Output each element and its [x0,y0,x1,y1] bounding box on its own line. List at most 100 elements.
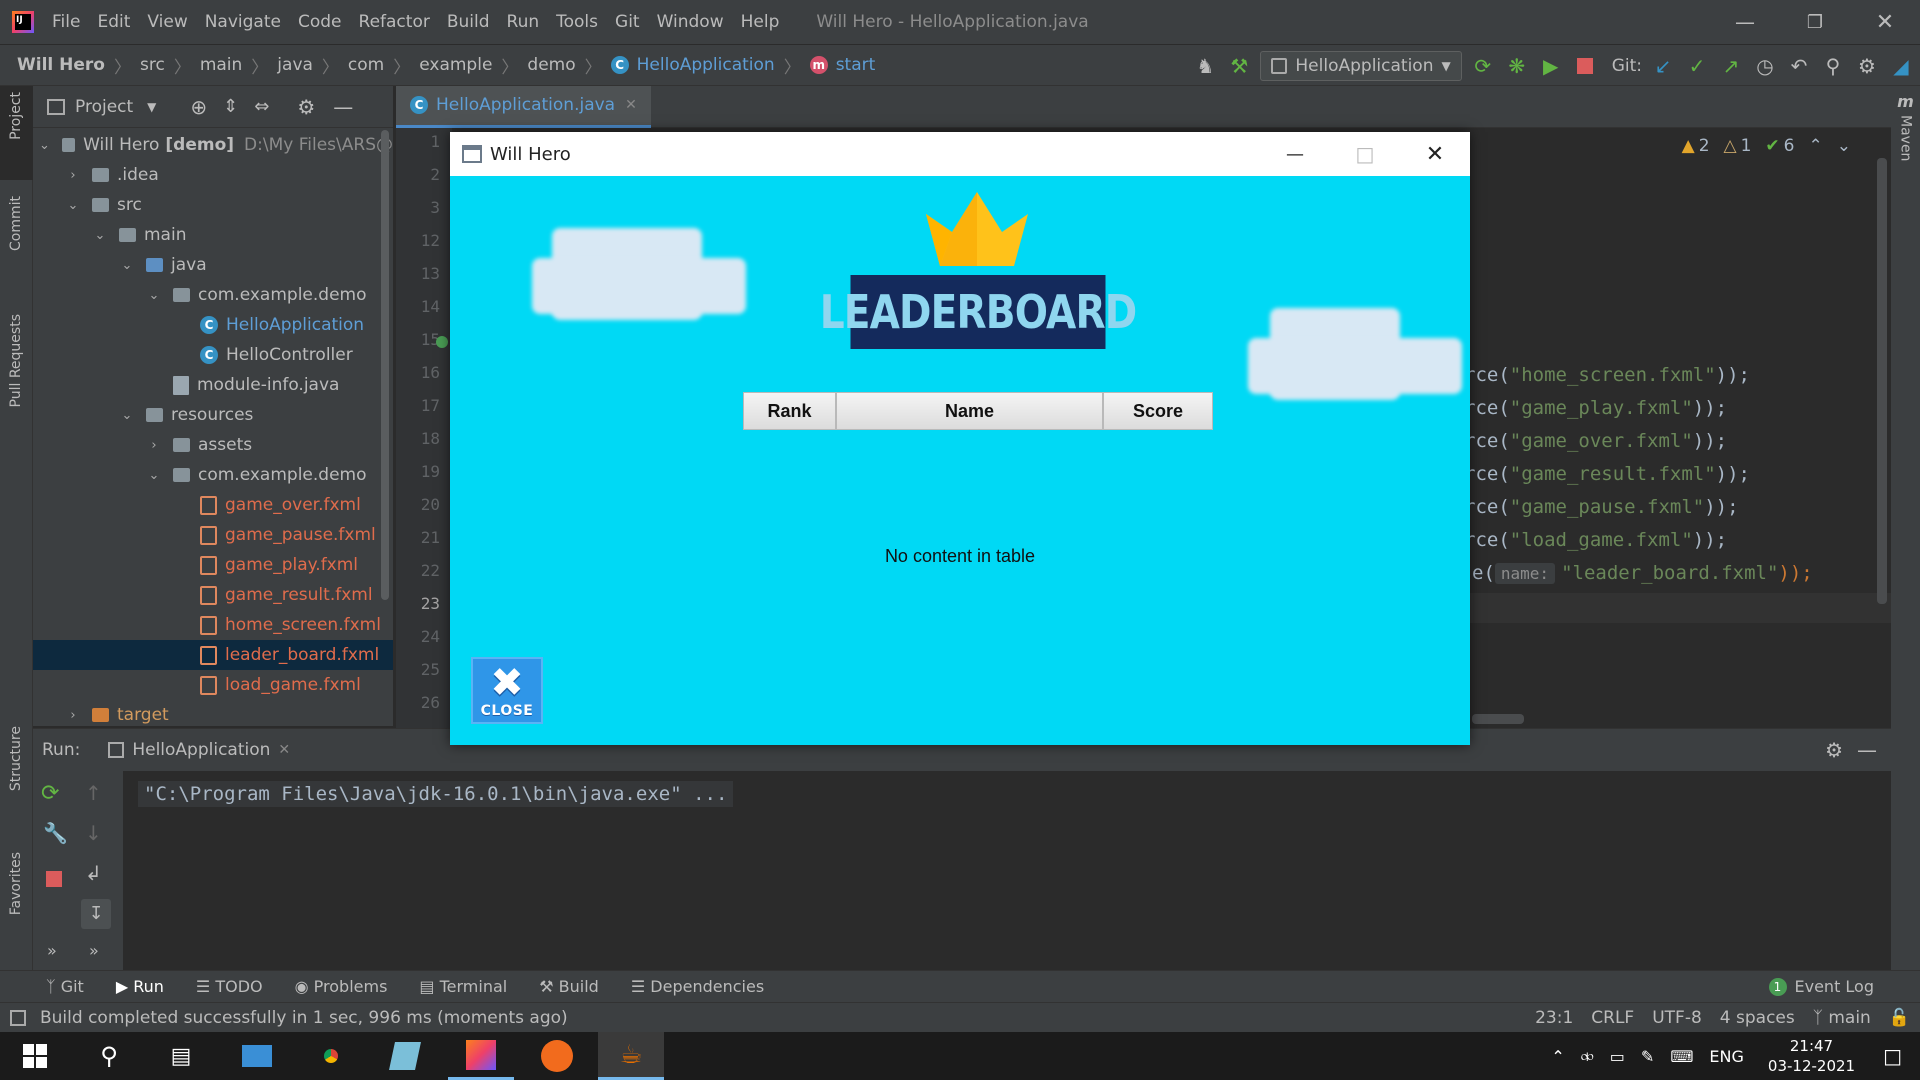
expand-all-icon[interactable]: ⇕ [223,96,238,117]
rerun-icon[interactable]: ⟳ [41,781,59,806]
tab-git[interactable]: ᛉ Git [46,977,84,996]
git-push-icon[interactable]: ↗ [1718,53,1744,79]
game-minimize-button[interactable]: — [1260,144,1330,165]
column-rank[interactable]: Rank [743,392,836,430]
user-icon[interactable]: ♞ [1192,53,1218,79]
menu-refactor[interactable]: Refactor [359,12,430,32]
breadcrumb-main[interactable]: main [200,55,242,75]
console-output[interactable]: "C:\Program Files\Java\jdk-16.0.1\bin\ja… [138,781,734,807]
tree-item[interactable]: load_game.fxml [33,670,393,700]
coverage-icon[interactable]: ▶ [1538,53,1564,79]
chevron-up-icon[interactable]: ⌃ [1809,136,1823,156]
tree-item[interactable]: ⌄ com.example.demo [33,460,393,490]
collapse-arrow-icon[interactable]: › [147,438,161,453]
expand-arrow-icon[interactable]: ⌄ [39,138,50,153]
locate-icon[interactable]: ⊕ [190,95,207,119]
run-config-dropdown[interactable]: HelloApplication ▼ [1260,51,1462,81]
restore-button[interactable]: ❐ [1780,12,1850,33]
soft-wrap-icon[interactable]: ↲ [85,861,102,885]
gear-icon[interactable]: ⚙ [1854,53,1880,79]
event-log-button[interactable]: 1 Event Log [1768,977,1874,996]
editor-tab-helloapplication[interactable]: C HelloApplication.java ✕ [396,85,651,128]
battery-icon[interactable]: ▭ [1610,1047,1625,1066]
tab-dependencies[interactable]: ☰ Dependencies [631,977,764,996]
breadcrumb-class[interactable]: HelloApplication [637,55,775,75]
more-icon[interactable]: » [89,941,99,960]
tree-item[interactable]: ⌄ resources [33,400,393,430]
indent-setting[interactable]: 4 spaces [1720,1008,1795,1028]
pen-icon[interactable]: ✎ [1641,1047,1654,1066]
column-name[interactable]: Name [836,392,1103,430]
intellij-logo-icon[interactable]: IJ [12,11,34,33]
favorites-tool-button[interactable]: Favorites [8,852,24,915]
wrench-icon[interactable]: 🔧 [43,821,68,845]
menu-edit[interactable]: Edit [97,12,130,32]
tree-item[interactable]: game_pause.fxml [33,520,393,550]
run-gutter-icon[interactable] [436,336,448,348]
up-arrow-icon[interactable]: ↑ [85,781,102,805]
expand-arrow-icon[interactable]: ⌄ [147,468,161,483]
menu-git[interactable]: Git [615,12,640,32]
wifi-icon[interactable]: ⧞ [1581,1046,1594,1066]
line-separator[interactable]: CRLF [1591,1008,1634,1028]
desktop-app-icon[interactable] [224,1032,290,1080]
tab-terminal[interactable]: ▤ Terminal [419,977,507,996]
stop-icon[interactable] [46,871,62,887]
menu-help[interactable]: Help [741,12,780,32]
rollback-icon[interactable]: ↶ [1786,53,1812,79]
intellij-taskbar-icon[interactable] [448,1032,514,1080]
tree-item[interactable]: ⌄ src [33,190,393,220]
run-tab[interactable]: HelloApplication ✕ [108,729,290,771]
tree-item[interactable]: leader_board.fxml [33,640,393,670]
menu-run[interactable]: Run [507,12,540,32]
menu-build[interactable]: Build [447,12,490,32]
menu-view[interactable]: View [147,12,187,32]
clock[interactable]: 21:47 03-12-2021 [1768,1036,1855,1076]
tree-item[interactable]: home_screen.fxml [33,610,393,640]
tree-root[interactable]: ⌄ Will Hero [demo] D:\My Files\ARS@ [33,130,393,160]
menu-file[interactable]: File [52,12,80,32]
start-button[interactable] [2,1032,68,1080]
brave-browser-icon[interactable] [524,1032,590,1080]
status-toggle-icon[interactable] [10,1009,26,1026]
breadcrumb-com[interactable]: com [348,55,384,75]
tree-item[interactable]: › assets [33,430,393,460]
gear-icon[interactable]: ⚙ [1825,738,1843,762]
chevron-down-icon[interactable]: ▼ [147,100,156,114]
tree-item[interactable]: › .idea [33,160,393,190]
keyboard-icon[interactable]: ⌨ [1670,1047,1693,1066]
gear-icon[interactable]: ⚙ [297,95,315,119]
expand-arrow-icon[interactable]: ⌄ [66,198,80,213]
tree-item[interactable]: game_result.fxml [33,580,393,610]
menu-navigate[interactable]: Navigate [205,12,281,32]
expand-arrow-icon[interactable]: ⌄ [120,258,134,273]
pull-requests-tool-button[interactable]: Pull Requests [8,314,24,407]
notification-icon[interactable]: □ [1883,1044,1902,1068]
task-view-icon[interactable]: ▤ [148,1032,214,1080]
close-tab-icon[interactable]: ✕ [278,742,290,758]
tab-run[interactable]: ▶ Run [116,977,164,996]
tree-item[interactable]: game_over.fxml [33,490,393,520]
project-tool-button[interactable]: Project [0,86,33,180]
expand-arrow-icon[interactable]: ⌄ [93,228,107,243]
structure-tool-button[interactable]: Structure [8,726,24,791]
breadcrumb-project[interactable]: Will Hero [17,55,105,75]
expand-arrow-icon[interactable]: ⌄ [147,288,161,303]
code-with-me-icon[interactable]: ◢ [1888,53,1914,79]
git-branch[interactable]: ᛉ main [1813,1008,1871,1028]
more-icon[interactable]: » [47,941,57,960]
tree-item[interactable]: C HelloApplication [33,310,393,340]
rerun-icon[interactable]: ⟳ [1470,53,1496,79]
close-tab-icon[interactable]: ✕ [625,97,637,113]
chevron-up-icon[interactable]: ⌃ [1551,1047,1564,1066]
git-commit-icon[interactable]: ✓ [1684,53,1710,79]
collapse-arrow-icon[interactable]: › [66,708,80,723]
game-close-window-button[interactable]: ✕ [1400,142,1470,167]
menu-code[interactable]: Code [298,12,342,32]
game-maximize-button[interactable]: □ [1330,142,1400,166]
minimize-button[interactable]: — [1710,10,1780,34]
tree-item[interactable]: C HelloController [33,340,393,370]
commit-tool-button[interactable]: Commit [8,196,24,251]
chevron-down-icon[interactable]: ⌄ [1837,136,1851,156]
tree-item[interactable]: ⌄ main [33,220,393,250]
